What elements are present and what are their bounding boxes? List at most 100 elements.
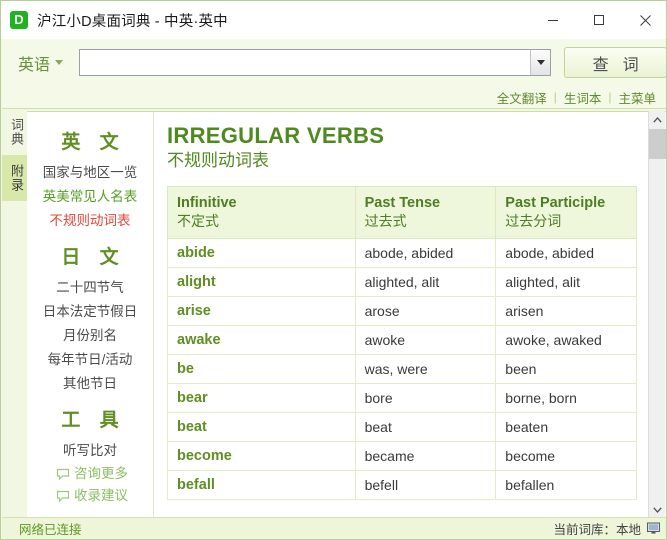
column-header-cn: 不定式 <box>177 213 219 229</box>
column-header-past-tense: Past Tense 过去式 <box>354 186 497 239</box>
cell-infinitive[interactable]: awake <box>167 325 356 355</box>
cell-past-participle: befallen <box>495 470 637 500</box>
column-header-infinitive: Infinitive 不定式 <box>167 186 356 239</box>
nav-item-24-solar-terms[interactable]: 二十四节气 <box>27 276 153 300</box>
nav-item-month-names[interactable]: 月份别名 <box>27 324 153 348</box>
table-row: abide abode, abided abode, abided <box>167 238 637 268</box>
cell-past-tense: awoke <box>354 325 497 355</box>
page-title-en: IRREGULAR VERBS <box>167 123 385 148</box>
cell-infinitive[interactable]: beat <box>167 412 356 442</box>
nav-item-irregular-verbs[interactable]: 不规则动词表 <box>27 209 153 233</box>
table-row: become became become <box>167 441 637 471</box>
cell-infinitive[interactable]: bear <box>167 383 356 413</box>
table-row: arise arose arisen <box>167 296 637 326</box>
chevron-down-icon <box>536 60 545 65</box>
app-logo-icon: D <box>10 11 28 29</box>
content-frame: 英 文 国家与地区一览 英美常见人名表 不规则动词表 日 文 二十四节气 日本法… <box>27 111 666 518</box>
nav-item-label: 收录建议 <box>74 488 128 503</box>
nav-item-ask-more[interactable]: 咨询更多 <box>27 463 153 485</box>
cell-infinitive[interactable]: become <box>167 441 356 471</box>
cell-past-participle: become <box>495 441 637 471</box>
page-title-cn: 不规则动词表 <box>167 151 269 170</box>
search-bar: 英语 查词 <box>2 39 666 86</box>
cell-past-tense: beat <box>354 412 497 442</box>
sidebar-item-dictionary[interactable]: 词典 <box>2 109 27 155</box>
nav-item-annual-events[interactable]: 每年节日/活动 <box>27 348 153 372</box>
nav-item-label: 咨询更多 <box>74 466 128 481</box>
minimize-icon[interactable] <box>530 1 576 39</box>
nav-section-heading-tools: 工 具 <box>61 410 126 431</box>
cell-past-tense: abode, abided <box>354 238 497 268</box>
table-row: alight alighted, alit alighted, alit <box>167 267 637 297</box>
monitor-icon <box>647 522 660 534</box>
cell-infinitive[interactable]: befall <box>167 470 356 500</box>
cell-past-participle: alighted, alit <box>495 267 637 297</box>
side-tab-strip: 词典 附录 <box>2 109 27 520</box>
cell-past-tense: became <box>354 441 497 471</box>
content-scrollbar[interactable] <box>648 111 666 518</box>
window-controls <box>530 1 666 39</box>
search-input[interactable] <box>84 50 531 75</box>
cell-infinitive[interactable]: arise <box>167 296 356 326</box>
scroll-down-icon[interactable] <box>649 501 666 518</box>
nav-section-heading-english: 英 文 <box>61 132 126 153</box>
cell-past-participle: been <box>495 354 637 384</box>
appendix-nav-panel: 英 文 国家与地区一览 英美常见人名表 不规则动词表 日 文 二十四节气 日本法… <box>27 112 154 518</box>
cell-past-tense: arose <box>354 296 497 326</box>
cell-past-participle: borne, born <box>495 383 637 413</box>
cell-past-tense: alighted, alit <box>354 267 497 297</box>
chevron-down-icon <box>55 60 64 65</box>
sidebar-item-appendix[interactable]: 附录 <box>2 155 27 201</box>
table-row: bear bore borne, born <box>167 383 637 413</box>
cell-infinitive[interactable]: abide <box>167 238 356 268</box>
maximize-icon[interactable] <box>576 1 622 39</box>
table-row: be was, were been <box>167 354 637 384</box>
nav-item-countries-regions[interactable]: 国家与地区一览 <box>27 161 153 185</box>
speech-bubble-icon <box>56 468 70 480</box>
dictionary-source-text: 当前词库：本地 <box>553 522 641 537</box>
speech-bubble-icon <box>56 490 70 502</box>
nav-item-japan-holidays[interactable]: 日本法定节假日 <box>27 300 153 324</box>
nav-item-dictation-compare[interactable]: 听写比对 <box>27 439 153 463</box>
link-wordbook[interactable]: 生词本 <box>557 88 609 107</box>
link-full-text-translation[interactable]: 全文翻译 <box>490 88 554 107</box>
cell-past-participle: beaten <box>495 412 637 442</box>
cell-infinitive[interactable]: be <box>167 354 356 384</box>
nav-item-english-names[interactable]: 英美常见人名表 <box>27 185 153 209</box>
window-title: 沪江小D桌面词典 - 中英·英中 <box>37 13 228 30</box>
nav-section-heading-japanese: 日 文 <box>61 247 126 268</box>
article-body: IRREGULAR VERBS 不规则动词表 Infinitive 不定式 Pa… <box>154 112 666 518</box>
status-bar: 网络已连接 当前词库：本地 <box>2 517 666 538</box>
search-history-dropdown-button[interactable] <box>530 50 551 75</box>
app-window: D 沪江小D桌面词典 - 中英·英中 英语 查词 全文翻译 | 生词本 | 主菜… <box>0 0 667 540</box>
nav-item-suggest-entry[interactable]: 收录建议 <box>27 485 153 507</box>
cell-past-participle: abode, abided <box>495 238 637 268</box>
cell-past-tense: befell <box>354 470 497 500</box>
table-row: befall befell befallen <box>167 470 637 500</box>
scrollbar-thumb[interactable] <box>649 129 666 159</box>
column-header-cn: 过去式 <box>364 213 407 229</box>
scroll-up-icon[interactable] <box>649 111 666 128</box>
column-header-en: Past Tense <box>364 195 441 211</box>
table-header-row: Infinitive 不定式 Past Tense 过去式 Past Parti… <box>167 186 637 239</box>
network-status-text: 网络已连接 <box>19 522 82 537</box>
table-body: abide abode, abided abode, abided alight al… <box>167 238 637 500</box>
link-main-menu[interactable]: 主菜单 <box>611 88 663 107</box>
language-selector[interactable]: 英语 <box>18 51 64 75</box>
close-icon[interactable] <box>622 1 666 39</box>
quick-link-bar: 全文翻译 | 生词本 | 主菜单 <box>2 86 666 109</box>
table-row: awake awoke awoke, awaked <box>167 325 637 355</box>
column-header-past-participle: Past Participle 过去分词 <box>495 186 637 239</box>
dictionary-source-status: 当前词库：本地 <box>553 519 661 538</box>
column-header-en: Infinitive <box>177 195 237 211</box>
cell-infinitive[interactable]: alight <box>167 267 356 297</box>
title-bar: D 沪江小D桌面词典 - 中英·英中 <box>1 1 666 39</box>
column-header-cn: 过去分词 <box>505 213 562 229</box>
table-row: beat beat beaten <box>167 412 637 442</box>
language-selector-label: 英语 <box>18 56 51 74</box>
column-header-en: Past Participle <box>505 195 606 211</box>
irregular-verbs-table: Infinitive 不定式 Past Tense 过去式 Past Parti… <box>167 186 637 500</box>
search-combobox[interactable] <box>79 49 552 76</box>
nav-item-other-festivals[interactable]: 其他节日 <box>27 372 153 396</box>
search-button[interactable]: 查词 <box>564 47 666 78</box>
